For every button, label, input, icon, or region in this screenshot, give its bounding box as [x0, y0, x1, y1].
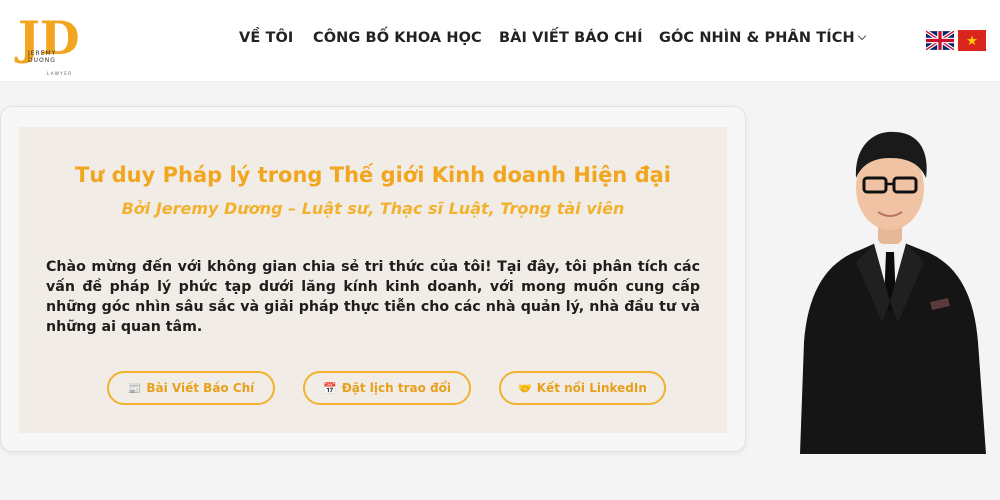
book-meeting-button[interactable]: 📅 Đặt lịch trao đổi: [303, 371, 471, 405]
nav-item-insights-label: GÓC NHÌN & PHÂN TÍCH: [659, 30, 855, 46]
linkedin-connect-button-label: Kết nối LinkedIn: [536, 381, 647, 395]
hero-subtitle: Bởi Jeremy Dương – Luật sư, Thạc sĩ Luật…: [121, 199, 625, 218]
uk-flag-icon[interactable]: [926, 30, 954, 51]
press-articles-button-label: Bài Viết Báo Chí: [146, 381, 255, 395]
hero-card: Tư duy Pháp lý trong Thế giới Kinh doanh…: [0, 106, 746, 452]
hero-title: Tư duy Pháp lý trong Thế giới Kinh doanh…: [75, 163, 671, 187]
hero-intro: Chào mừng đến với không gian chia sẻ tri…: [46, 259, 700, 335]
site-header: JD JEREMY DUONG LAWYER VỀ TÔI CÔNG BỐ KH…: [0, 0, 1000, 82]
nav-item-insights[interactable]: GÓC NHÌN & PHÂN TÍCH: [659, 30, 866, 46]
main-nav: VỀ TÔI CÔNG BỐ KHOA HỌC BÀI VIẾT BÁO CHÍ…: [0, 30, 1000, 52]
vietnam-flag-icon[interactable]: [958, 30, 986, 51]
book-meeting-button-label: Đặt lịch trao đổi: [341, 381, 451, 395]
chevron-down-icon: [857, 31, 866, 41]
nav-item-publications[interactable]: CÔNG BỐ KHOA HỌC: [313, 30, 482, 46]
nav-item-about[interactable]: VỀ TÔI: [239, 30, 293, 46]
calendar-icon: 📅: [323, 381, 337, 395]
handshake-icon: 🤝: [518, 381, 532, 395]
logo-tagline: LAWYER: [47, 71, 73, 76]
lawyer-portrait: [790, 112, 990, 454]
press-articles-button[interactable]: 📰 Bài Viết Báo Chí: [107, 371, 275, 405]
nav-item-press-articles[interactable]: BÀI VIẾT BÁO CHÍ: [499, 30, 643, 46]
hero-content: Tư duy Pháp lý trong Thế giới Kinh doanh…: [19, 127, 727, 433]
newspaper-icon: 📰: [127, 381, 142, 395]
logo-name: JEREMY DUONG: [28, 50, 57, 64]
linkedin-connect-button[interactable]: 🤝 Kết nối LinkedIn: [499, 371, 666, 405]
